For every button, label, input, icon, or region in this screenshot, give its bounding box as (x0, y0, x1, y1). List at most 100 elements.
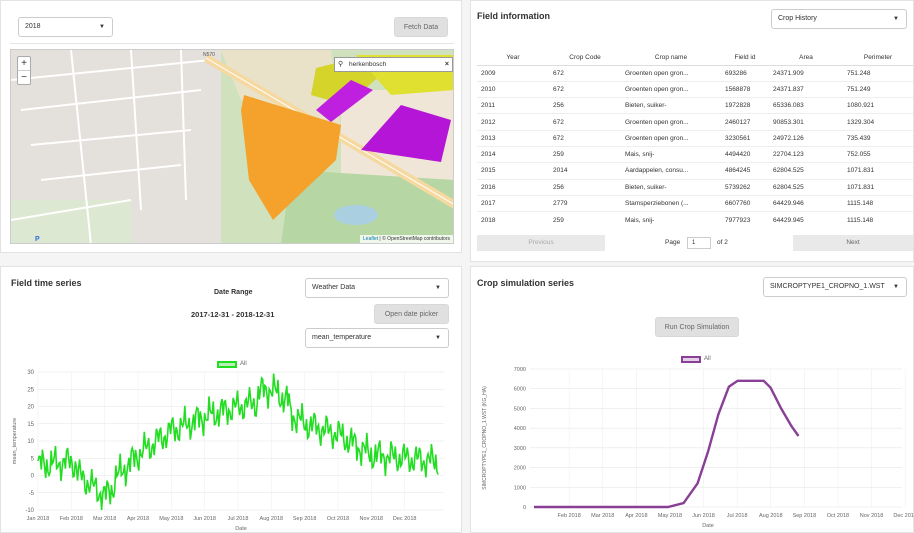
y-tick-label: 3000 (514, 446, 526, 452)
table-cell: Bieten, suiker- (621, 178, 721, 196)
table-cell: 24371.837 (769, 80, 843, 98)
y-tick-label: 7000 (514, 367, 526, 373)
table-cell: 24972.126 (769, 129, 843, 147)
y-tick-label: 1000 (514, 485, 526, 491)
osm-attribution: | © OpenStreetMap contributors (378, 236, 450, 242)
x-tick-label: Jun 2018 (193, 516, 216, 522)
chevron-down-icon: ▼ (435, 285, 441, 291)
weather-data-value: Weather Data (312, 284, 356, 291)
x-tick-label: Jun 2018 (692, 513, 715, 519)
chevron-down-icon: ▼ (893, 284, 899, 290)
zoom-out-button[interactable]: − (18, 71, 30, 84)
y-axis-label: mean_temperature (12, 418, 18, 464)
table-cell: 2017 (477, 194, 549, 212)
temperature-chart: 30 25 20 15 10 5 0 -5 -10 Jan 2018 Feb 2018 Mar 201… (12, 370, 444, 532)
x-tick-label: Dec 2018 (393, 516, 417, 522)
page-input[interactable]: 1 (687, 237, 711, 249)
col-perimeter[interactable]: Perimeter (843, 50, 913, 66)
table-row[interactable]: 2011 256 Bieten, suiker- 1972828 65336.083 10… (477, 97, 913, 114)
y-tick-label: -10 (25, 508, 34, 514)
y-tick-label: 2000 (514, 466, 526, 472)
y-tick-label: 6000 (514, 387, 526, 393)
fetch-data-button[interactable]: Fetch Data (394, 17, 448, 37)
col-crop-name[interactable]: Crop name (621, 50, 721, 66)
y-tick-label: 30 (27, 370, 34, 376)
table-row[interactable]: 2012 672 Groenten open gron... 2460127 90853… (477, 113, 913, 131)
sim-file-value: SIMCROPTYPE1_CROPNO_1.WST (770, 283, 885, 290)
table-cell: 751.249 (843, 80, 913, 98)
table-cell: 3230561 (721, 129, 769, 147)
x-tick-label: Nov 2018 (360, 516, 384, 522)
x-tick-label: Jan 2018 (27, 516, 50, 522)
date-range-label: Date Range (214, 289, 253, 296)
table-row[interactable]: 2014 259 Mais, snij- 4494420 22704.123 752.05… (477, 145, 913, 163)
table-cell: 2015 (477, 162, 549, 180)
close-icon[interactable]: × (445, 58, 449, 71)
next-button[interactable]: Next (793, 235, 913, 251)
temp-legend-swatch[interactable] (217, 361, 237, 368)
crop-history-select[interactable]: Crop History ▼ (771, 9, 907, 29)
table-cell: 64429.945 (769, 211, 843, 228)
table-cell: 1568878 (721, 80, 769, 98)
table-cell: 259 (549, 211, 621, 228)
table-cell: Stamsperziebonen (... (621, 194, 721, 212)
table-cell: 22704.123 (769, 145, 843, 163)
search-icon: ⚲ (338, 61, 344, 68)
table-cell: 2460127 (721, 113, 769, 131)
table-row[interactable]: 2018 259 Mais, snij- 7977923 64429.945 1115.1… (477, 211, 913, 228)
table-cell: Mais, snij- (621, 145, 721, 163)
variable-select[interactable]: mean_temperature ▼ (305, 328, 449, 348)
map-view[interactable]: N570 + − ⚲ herkenbosch × Leaflet | © Ope… (10, 49, 454, 244)
table-cell: 2014 (549, 162, 621, 180)
table-cell: 62804.525 (769, 162, 843, 180)
y-tick-label: 4000 (514, 426, 526, 432)
weather-data-select[interactable]: Weather Data ▼ (305, 278, 449, 298)
table-cell: 2779 (549, 194, 621, 212)
map-search-box[interactable]: ⚲ herkenbosch × (334, 57, 453, 72)
col-field-id[interactable]: Field id (721, 50, 769, 66)
table-pager: Previous Page 1 of 2 Next (477, 235, 913, 251)
table-cell: 672 (549, 64, 621, 82)
table-cell: 2014 (477, 145, 549, 163)
sim-file-select[interactable]: SIMCROPTYPE1_CROPNO_1.WST ▼ (763, 277, 907, 297)
col-year[interactable]: Year (477, 50, 549, 66)
sim-legend-swatch[interactable] (681, 356, 701, 363)
table-cell: Mais, snij- (621, 211, 721, 228)
table-row[interactable]: 2013 672 Groenten open gron... 3230561 24972… (477, 129, 913, 147)
y-tick-label: 10 (27, 439, 34, 445)
previous-button[interactable]: Previous (477, 235, 605, 251)
table-row[interactable]: 2015 2014 Aardappelen, consu... 4864245 6280… (477, 162, 913, 180)
table-cell: 5739262 (721, 178, 769, 196)
map-tiles[interactable]: N570 (11, 50, 454, 244)
x-tick-label: Nov 2018 (860, 513, 884, 519)
table-row[interactable]: 2017 2779 Stamsperziebonen (... 6607760 6442… (477, 194, 913, 212)
open-date-picker-button[interactable]: Open date picker (374, 304, 449, 324)
col-area[interactable]: Area (769, 50, 843, 66)
chevron-down-icon: ▼ (893, 16, 899, 22)
table-cell: 2013 (477, 129, 549, 147)
table-row[interactable]: 2016 256 Bieten, suiker- 5739262 62804.525 10… (477, 178, 913, 196)
table-cell: 672 (549, 129, 621, 147)
table-cell: 256 (549, 97, 621, 114)
table-cell: 1972828 (721, 97, 769, 114)
leaflet-link[interactable]: Leaflet (363, 236, 378, 242)
y-tick-label: 15 (27, 422, 34, 428)
map-attribution: Leaflet | © OpenStreetMap contributors (360, 235, 453, 243)
x-tick-label: Mar 2018 (591, 513, 614, 519)
simulation-chart: 7000 6000 5000 4000 3000 2000 1000 0 Feb 2018 Mar… (482, 367, 914, 529)
y-tick-label: 0 (31, 474, 35, 480)
crop-history-table: Year Crop Code Crop name Field id Area P… (477, 50, 913, 228)
map-search-input[interactable]: herkenbosch (349, 61, 386, 68)
table-cell: 1080.921 (843, 97, 913, 114)
zoom-in-button[interactable]: + (18, 57, 30, 71)
x-tick-label: Aug 2018 (759, 513, 783, 519)
year-select[interactable]: 2018 ▼ (18, 17, 113, 37)
table-cell: 7977923 (721, 211, 769, 228)
run-crop-simulation-button[interactable]: Run Crop Simulation (655, 317, 739, 337)
table-row[interactable]: 2009 672 Groenten open gron... 693286 24371.… (477, 64, 913, 82)
col-crop-code[interactable]: Crop Code (549, 50, 621, 66)
table-row[interactable]: 2010 672 Groenten open gron... 1568878 24371… (477, 80, 913, 98)
x-tick-label: Feb 2018 (558, 513, 581, 519)
table-cell: 1115.148 (843, 194, 913, 212)
field-info-title: Field information (477, 11, 550, 21)
